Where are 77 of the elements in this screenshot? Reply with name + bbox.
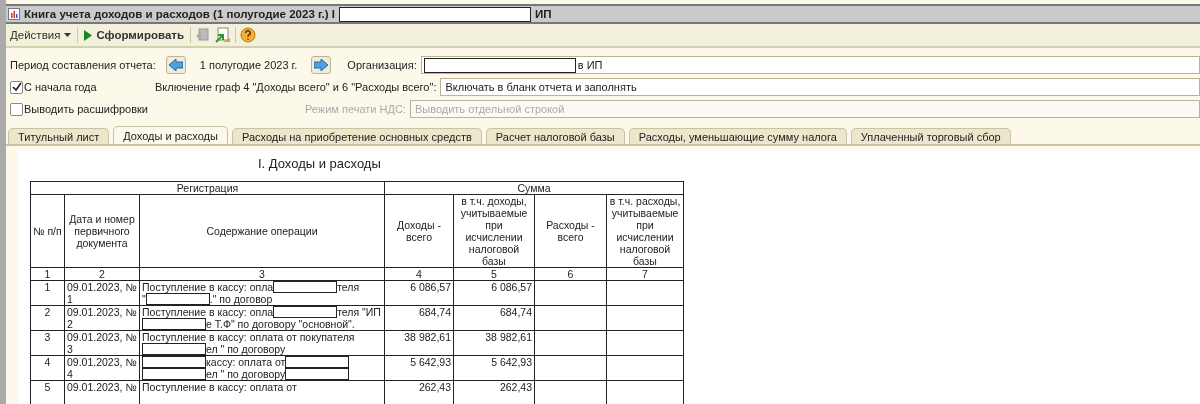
table-cell: 09.01.2023, № 3	[64, 330, 140, 356]
checkbox[interactable]: С начала года	[10, 80, 155, 94]
table-cell-text: ." по договор	[209, 293, 273, 305]
field-label: Организация:	[347, 59, 417, 71]
table-header: Сумма	[384, 181, 684, 195]
redaction-box	[273, 281, 338, 293]
right-arrow-icon	[314, 59, 329, 71]
caret-icon	[64, 33, 72, 37]
column-header: в т.ч. доходы, учитываемые при исчислении налоговой базы	[453, 194, 535, 268]
table-cell-text: кассу: оплата от	[206, 356, 286, 368]
table-cell: 3	[30, 330, 65, 356]
export-icon[interactable]	[215, 27, 231, 43]
table-cell: 09.01.2023, № 4	[64, 355, 140, 381]
play-icon	[84, 29, 93, 41]
table-cell: 2	[64, 267, 140, 281]
table-cell: 6 086,57	[453, 280, 535, 306]
generate-button[interactable]: Сформировать	[82, 29, 186, 41]
table-cell-text: Поступление в кассу: опла	[142, 281, 274, 293]
organization-field[interactable]: в ИП	[420, 56, 1200, 74]
checkbox[interactable]: Выводить расшифровки	[10, 102, 155, 116]
table-cell: 684,74	[384, 305, 454, 331]
table-cell: 09.01.2023, № 1	[64, 280, 140, 306]
previous-period-button[interactable]	[165, 56, 186, 74]
table-cell: 38 982,61	[384, 330, 454, 356]
table-cell: 1	[30, 267, 65, 281]
table-cell: 5 642,93	[384, 355, 454, 381]
field-label: Включение граф 4 "Доходы всего" и 6 "Расходы всего":	[155, 81, 437, 93]
table-cell: 09.01.2023, № 2	[64, 305, 140, 331]
table-cell-text: Поступление в кассу: оплата от	[142, 381, 297, 393]
column-header: Расходы - всего	[534, 194, 607, 268]
actions-menu[interactable]: Действия	[8, 29, 74, 41]
tab[interactable]: Расчет налоговой базы	[485, 128, 625, 144]
tab[interactable]: Расходы на приобретение основных средств	[231, 128, 482, 144]
window-title: Книга учета доходов и расходов (1 полугодие 2023 г.) I	[24, 8, 336, 20]
table-cell: 09.01.2023, №	[64, 380, 140, 404]
tab[interactable]: Уплаченный торговый сбор	[850, 128, 1011, 144]
table-cell: 684,74	[453, 305, 535, 331]
next-period-button[interactable]	[311, 56, 332, 74]
table-cell-text: "	[142, 293, 146, 305]
column-header: Дата и номер первичного документа	[64, 194, 140, 268]
dropdown-field[interactable]: Включать в бланк отчета и заполнять	[440, 78, 1200, 96]
help-icon[interactable]	[240, 27, 256, 43]
table-cell: 5 642,93	[453, 355, 535, 381]
field-label: Режим печати НДС:	[305, 103, 406, 115]
table-cell: 6 086,57	[384, 280, 454, 306]
table-cell: 5	[453, 267, 535, 281]
tab[interactable]: Титульный лист	[8, 128, 110, 144]
table-cell-text: теля	[337, 281, 360, 293]
tab[interactable]: Расходы, уменьшающие сумму налога	[628, 128, 847, 144]
table-cell-text: ел " по договору	[206, 343, 286, 355]
table-cell: 4	[384, 267, 454, 281]
field-label: Период составления отчета:	[10, 59, 156, 71]
dropdown-field: Выводить отдельной строкой	[409, 100, 1200, 118]
table-cell: 3	[139, 267, 385, 281]
table-cell-text: е Т.Ф" по договору "основной".	[206, 318, 355, 330]
table-cell-text: Поступление в кассу: опла	[142, 306, 274, 318]
table-cell: 38 982,61	[453, 330, 535, 356]
table-header: Регистрация	[30, 181, 385, 195]
column-header: Содержание операции	[139, 194, 385, 268]
left-arrow-icon	[168, 59, 183, 71]
table-cell: 7	[606, 267, 684, 281]
table-cell: 2	[30, 305, 65, 331]
column-header: Доходы - всего	[384, 194, 454, 268]
report-heading: I. Доходы и расходы	[258, 156, 382, 171]
table-cell-text: Поступление в кассу: оплата от покупателя	[142, 331, 355, 343]
period-value: 1 полугодие 2023 г.	[199, 59, 298, 71]
table-cell: 1	[30, 280, 65, 306]
column-header: № п/п	[30, 194, 65, 268]
table-cell: 5	[30, 380, 65, 404]
window-title-suffix: ИП	[535, 8, 552, 20]
check-mark-icon	[11, 82, 22, 92]
table-cell: 6	[534, 267, 607, 281]
table-cell: 4	[30, 355, 65, 381]
column-header: в т.ч. расходы, учитываемые при исчислении налоговой базы	[606, 194, 684, 268]
table-cell-text: ел " по договору	[206, 368, 286, 380]
tab[interactable]: Доходы и расходы	[113, 126, 228, 144]
table-cell-text: теля "ИП	[337, 306, 381, 318]
